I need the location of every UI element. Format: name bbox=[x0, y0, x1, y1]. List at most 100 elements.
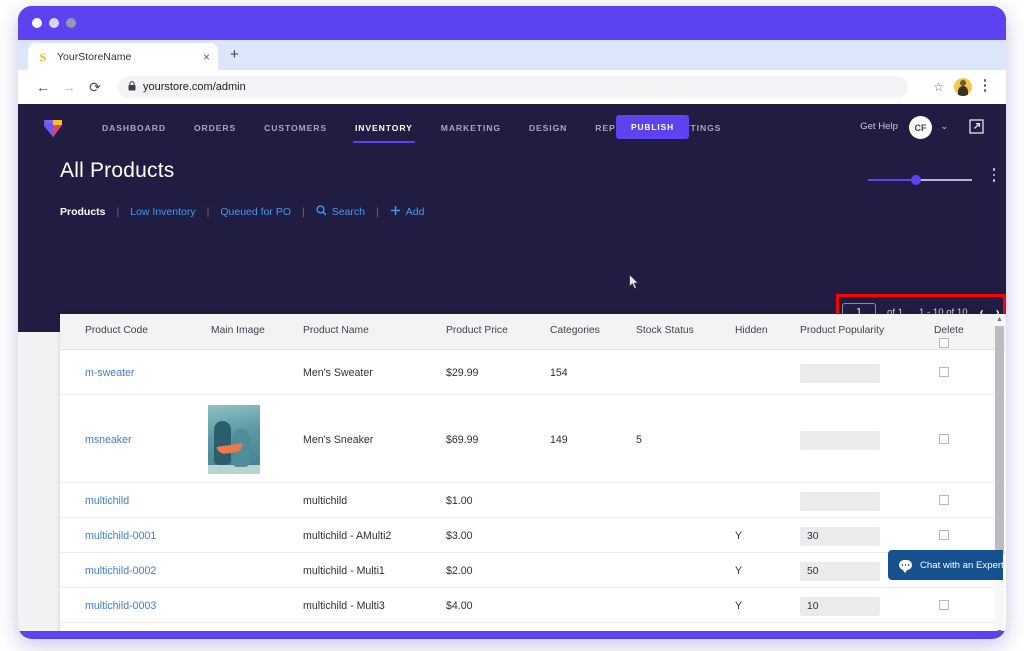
cell-hidden: Y bbox=[735, 530, 743, 542]
zoom-slider[interactable] bbox=[868, 173, 972, 187]
table-row[interactable]: m-sweater Men's Sweater $29.99 154 bbox=[60, 350, 1006, 395]
subnav-separator: | bbox=[301, 205, 305, 218]
cell-product-popularity-input[interactable]: 50 bbox=[800, 562, 880, 581]
table-row[interactable]: multichild multichild $1.00 bbox=[60, 483, 1006, 518]
cell-categories: 154 bbox=[550, 367, 568, 379]
app-top-navigation: DASHBOARD ORDERS CUSTOMERS INVENTORY MAR… bbox=[18, 104, 1006, 151]
chevron-down-icon[interactable]: ⌄ bbox=[940, 121, 948, 132]
nav-item-orders[interactable]: ORDERS bbox=[180, 104, 250, 151]
cell-delete-checkbox[interactable] bbox=[939, 530, 949, 540]
cell-product-code[interactable]: multichild bbox=[85, 495, 129, 507]
delete-all-checkbox[interactable] bbox=[939, 338, 949, 348]
chat-with-expert-label: Chat with an Expert bbox=[920, 559, 1004, 571]
column-header-product-price[interactable]: Product Price bbox=[446, 325, 508, 336]
cell-product-popularity-input[interactable]: 10 bbox=[800, 597, 880, 616]
app-viewport: DASHBOARD ORDERS CUSTOMERS INVENTORY MAR… bbox=[18, 104, 1006, 631]
cell-product-price: $3.00 bbox=[446, 530, 473, 542]
publish-button[interactable]: PUBLISH bbox=[616, 115, 689, 139]
cell-product-code[interactable]: m-sweater bbox=[85, 367, 134, 379]
page-title: All Products bbox=[60, 159, 175, 182]
cell-product-price: $29.99 bbox=[446, 367, 479, 379]
chat-bubble-icon bbox=[899, 560, 912, 573]
subnav-search-label: Search bbox=[331, 206, 365, 218]
store-favicon-icon: S bbox=[39, 49, 47, 64]
get-help-link[interactable]: Get Help bbox=[860, 121, 898, 132]
column-header-product-code[interactable]: Product Code bbox=[85, 325, 148, 336]
subnav-item-search[interactable]: Search bbox=[316, 205, 365, 218]
nav-item-marketing[interactable]: MARKETING bbox=[427, 104, 515, 151]
forward-icon[interactable]: → bbox=[56, 79, 82, 95]
cell-main-image[interactable] bbox=[208, 405, 260, 474]
cell-product-price: $4.00 bbox=[446, 600, 473, 612]
column-header-main-image[interactable]: Main Image bbox=[211, 325, 265, 336]
subnav-separator: | bbox=[116, 205, 120, 218]
reload-icon[interactable]: ⟳ bbox=[82, 79, 108, 96]
browser-tab[interactable]: S YourStoreName × bbox=[28, 43, 218, 70]
cell-product-code[interactable]: multichild-0002 bbox=[85, 565, 156, 577]
cell-delete-checkbox[interactable] bbox=[939, 600, 949, 610]
table-row[interactable]: multichild-0002 multichild - Multi1 $2.0… bbox=[60, 553, 1006, 588]
subnav-item-products[interactable]: Products bbox=[60, 206, 106, 218]
column-header-hidden[interactable]: Hidden bbox=[735, 325, 768, 336]
url-omnibox[interactable]: yourstore.com/admin bbox=[118, 76, 908, 98]
cell-product-name: Men's Sneaker bbox=[303, 434, 374, 446]
nav-item-customers[interactable]: CUSTOMERS bbox=[250, 104, 341, 151]
cell-product-price: $1.00 bbox=[446, 495, 473, 507]
nav-item-design[interactable]: DESIGN bbox=[515, 104, 581, 151]
user-avatar[interactable]: CF bbox=[909, 116, 932, 139]
cell-hidden: Y bbox=[735, 600, 743, 612]
subnav-item-queued-for-po[interactable]: Queued for PO bbox=[220, 206, 291, 218]
browser-address-bar: ← → ⟳ yourstore.com/admin ☆ bbox=[18, 70, 1006, 104]
column-header-product-name[interactable]: Product Name bbox=[303, 325, 369, 336]
page-options-kebab-icon[interactable] bbox=[988, 168, 1000, 186]
chat-with-expert-button[interactable]: Chat with an Expert bbox=[888, 550, 1004, 580]
back-icon[interactable]: ← bbox=[30, 79, 56, 95]
external-link-icon[interactable] bbox=[969, 119, 984, 134]
bookmark-star-icon[interactable]: ☆ bbox=[933, 80, 944, 94]
zoom-slider-thumb[interactable] bbox=[911, 175, 921, 185]
column-header-categories[interactable]: Categories bbox=[550, 325, 600, 336]
cell-product-code[interactable]: msneaker bbox=[85, 434, 132, 446]
nav-item-dashboard[interactable]: DASHBOARD bbox=[88, 104, 180, 151]
cell-delete-checkbox[interactable] bbox=[939, 367, 949, 377]
cell-product-name: multichild - AMulti2 bbox=[303, 530, 392, 542]
browser-profile-avatar[interactable] bbox=[954, 78, 972, 96]
browser-menu-kebab-icon[interactable] bbox=[978, 79, 992, 95]
brand-logo-icon[interactable] bbox=[40, 115, 66, 141]
table-row[interactable]: SampleProduct1 Sample Product $20.00 136 bbox=[60, 623, 1006, 631]
cell-product-code[interactable]: multichild-0001 bbox=[85, 530, 156, 542]
close-window-button[interactable] bbox=[32, 18, 42, 28]
cell-delete-checkbox[interactable] bbox=[939, 434, 949, 444]
subnav-item-low-inventory[interactable]: Low Inventory bbox=[130, 206, 195, 218]
window-titlebar bbox=[18, 6, 1006, 40]
products-table: Product Code Main Image Product Name Pro… bbox=[60, 314, 1006, 631]
scroll-down-icon[interactable]: ▼ bbox=[995, 628, 1004, 631]
column-header-delete[interactable]: Delete bbox=[934, 325, 964, 336]
column-header-product-popularity[interactable]: Product Popularity bbox=[800, 325, 884, 336]
cell-product-name: multichild - Multi3 bbox=[303, 600, 385, 612]
table-vertical-scrollbar-thumb[interactable] bbox=[995, 326, 1004, 554]
cell-product-popularity-input[interactable]: 30 bbox=[800, 527, 880, 546]
cell-product-popularity-input[interactable] bbox=[800, 431, 880, 450]
url-text: yourstore.com/admin bbox=[143, 81, 246, 93]
cell-product-code[interactable]: multichild-0003 bbox=[85, 600, 156, 612]
cell-product-name: multichild - Multi1 bbox=[303, 565, 385, 577]
browser-tab-strip: S YourStoreName × + bbox=[18, 40, 1006, 70]
new-tab-icon[interactable]: + bbox=[230, 47, 239, 62]
cell-product-popularity-input[interactable] bbox=[800, 492, 880, 511]
close-tab-icon[interactable]: × bbox=[203, 51, 210, 63]
table-row[interactable]: msneaker Men's Sneaker $69.99 149 5 bbox=[60, 395, 1006, 483]
browser-window: S YourStoreName × + ← → ⟳ yourstore.com/… bbox=[18, 6, 1006, 639]
table-row[interactable]: multichild-0003 multichild - Multi3 $4.0… bbox=[60, 588, 1006, 623]
cell-product-popularity-input[interactable] bbox=[800, 364, 880, 383]
minimize-window-button[interactable] bbox=[49, 18, 59, 28]
maximize-window-button[interactable] bbox=[66, 18, 76, 28]
cell-product-price: $2.00 bbox=[446, 565, 473, 577]
subnav-add-label: Add bbox=[405, 206, 425, 218]
scroll-up-icon[interactable]: ▲ bbox=[995, 315, 1004, 325]
column-header-stock-status[interactable]: Stock Status bbox=[636, 325, 694, 336]
table-row[interactable]: multichild-0001 multichild - AMulti2 $3.… bbox=[60, 518, 1006, 553]
cell-delete-checkbox[interactable] bbox=[939, 495, 949, 505]
nav-item-inventory[interactable]: INVENTORY bbox=[341, 104, 427, 151]
subnav-item-add[interactable]: Add bbox=[390, 205, 425, 218]
